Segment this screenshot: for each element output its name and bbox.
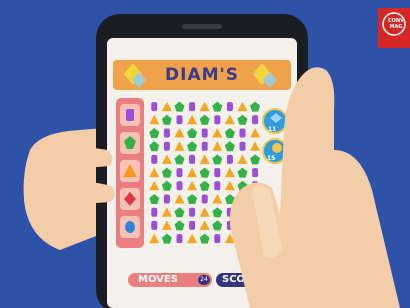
logo-text: CONV MAG <box>388 18 404 30</box>
game-scene: DIAM'S 11 15 MOVES 24 SCO CONV MAG <box>0 0 410 308</box>
left-fingers <box>34 146 115 206</box>
